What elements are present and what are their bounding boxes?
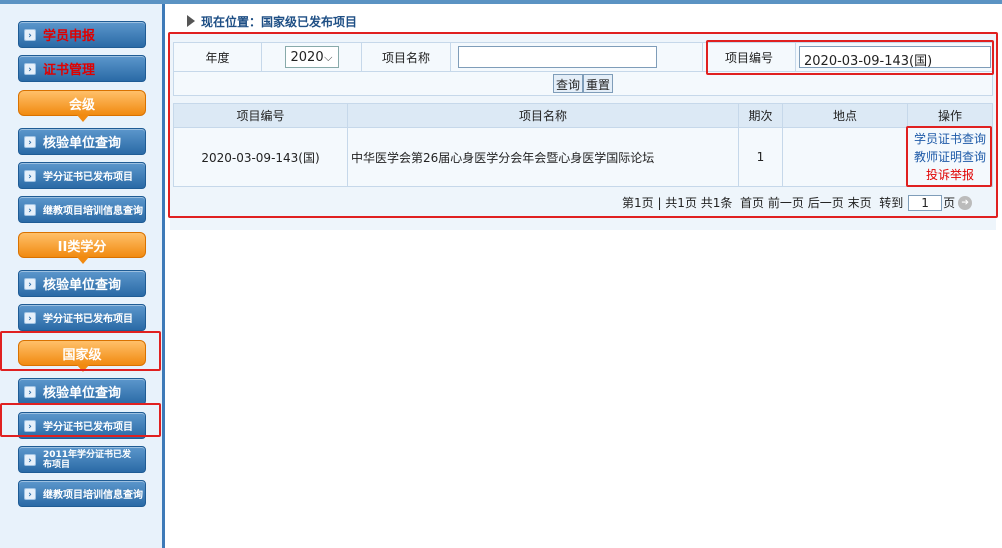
sidebar-item-student-apply[interactable]: › 学员申报 bbox=[18, 21, 146, 48]
chevron-right-icon: › bbox=[24, 169, 36, 182]
highlight-national-level bbox=[0, 331, 161, 371]
breadcrumb: 现在位置：国家级已发布项目 bbox=[187, 13, 357, 30]
sidebar-item-2011-published-projects[interactable]: › 2011年学分证书已发布项目 bbox=[18, 446, 146, 473]
sidebar-section-society-level[interactable]: 会级 bbox=[18, 90, 146, 122]
chevron-right-icon: › bbox=[24, 135, 36, 148]
play-triangle-icon bbox=[187, 15, 195, 27]
highlight-actions bbox=[906, 126, 992, 187]
sidebar-item-verify-unit[interactable]: › 核验单位查询 bbox=[18, 270, 146, 297]
sidebar-section-class2-credit[interactable]: II类学分 bbox=[18, 232, 146, 264]
sidebar-divider bbox=[162, 4, 165, 548]
chevron-right-icon: › bbox=[24, 311, 36, 324]
chevron-right-icon: › bbox=[24, 385, 36, 398]
sidebar-item-verify-unit[interactable]: › 核验单位查询 bbox=[18, 128, 146, 155]
sidebar-item-training-query[interactable]: › 继教项目培训信息查询 bbox=[18, 480, 146, 507]
highlight-project-code bbox=[706, 40, 994, 75]
highlight-published-projects bbox=[0, 403, 161, 437]
chevron-right-icon: › bbox=[24, 277, 36, 290]
chevron-right-icon: › bbox=[24, 453, 36, 466]
sidebar-item-published-projects[interactable]: › 学分证书已发布项目 bbox=[18, 304, 146, 331]
sidebar-item-certificate-manage[interactable]: › 证书管理 bbox=[18, 55, 146, 82]
chevron-right-icon: › bbox=[24, 487, 36, 500]
chevron-right-icon: › bbox=[24, 62, 36, 75]
sidebar-item-training-query[interactable]: › 继教项目培训信息查询 bbox=[18, 196, 146, 223]
sidebar-item-published-projects[interactable]: › 学分证书已发布项目 bbox=[18, 162, 146, 189]
sidebar-item-verify-unit[interactable]: › 核验单位查询 bbox=[18, 378, 146, 405]
chevron-right-icon: › bbox=[24, 28, 36, 41]
chevron-right-icon: › bbox=[24, 203, 36, 216]
